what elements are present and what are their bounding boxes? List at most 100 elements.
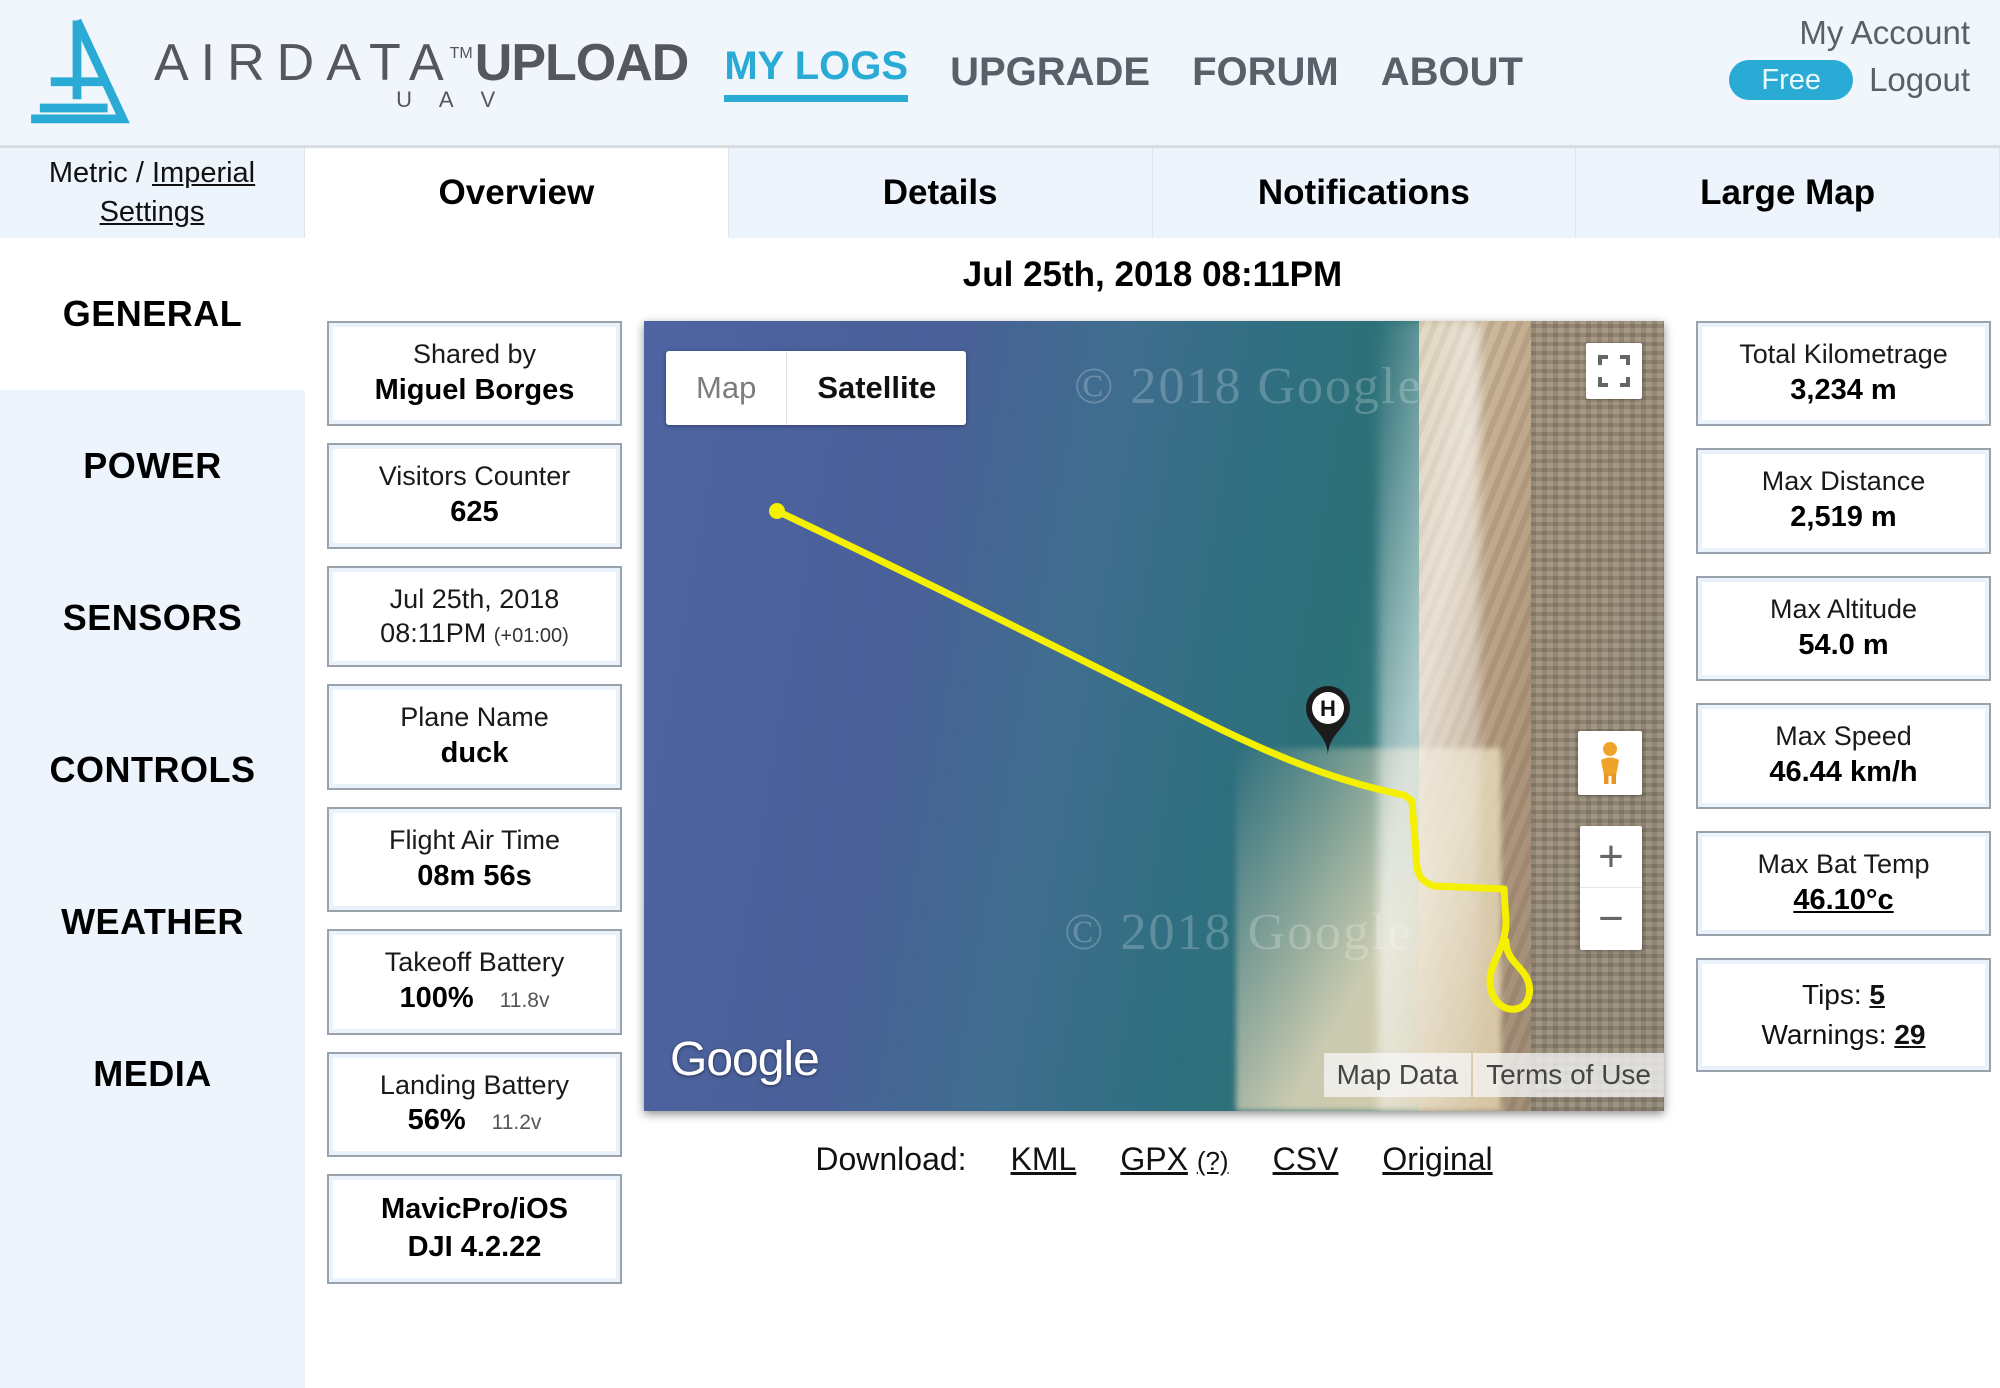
card-max-altitude-value: 54.0 m: [1798, 628, 1889, 661]
sidebar-item-power[interactable]: POWER: [0, 390, 305, 542]
logo-tm-mark: TM: [449, 44, 473, 62]
download-kml-link[interactable]: KML: [1011, 1141, 1077, 1178]
card-landing-battery-value: 56%: [407, 1104, 466, 1137]
card-aircraft-model: MavicPro/iOS: [381, 1193, 568, 1226]
card-plane-name-value: duck: [440, 737, 509, 770]
card-max-altitude-label: Max Altitude: [1769, 593, 1918, 624]
card-max-distance: Max Distance 2,519 m: [1696, 448, 1991, 554]
site-logo[interactable]: AIRDATA TM UPLOAD U A V: [22, 14, 690, 132]
card-takeoff-battery: Takeoff Battery 100% 11.8v: [327, 929, 622, 1035]
download-gpx-group: GPX (?): [1120, 1141, 1228, 1178]
flight-map[interactable]: © 2018 Google © 2018 Google Map Satellit…: [644, 321, 1664, 1111]
warnings-row: Warnings: 29: [1710, 1015, 1977, 1055]
card-visitors-counter: Visitors Counter 625: [327, 443, 622, 549]
nav-item-about[interactable]: ABOUT: [1381, 50, 1523, 95]
home-pin-icon: H: [1306, 686, 1350, 756]
overview-columns: Shared by Miguel Borges Visitors Counter…: [305, 321, 2000, 1284]
warnings-value[interactable]: 29: [1894, 1019, 1925, 1050]
fullscreen-icon: [1598, 355, 1630, 387]
card-max-bat-temp-value[interactable]: 46.10°c: [1710, 882, 1977, 920]
card-total-kilometrage: Total Kilometrage 3,234 m: [1696, 321, 1991, 427]
download-gpx-help-link[interactable]: (?): [1197, 1146, 1229, 1176]
logo-product-text: UPLOAD: [474, 33, 690, 92]
nav-item-my-logs[interactable]: MY LOGS: [724, 44, 909, 102]
card-flight-timezone: (+01:00): [493, 624, 569, 647]
section-sidebar: GENERAL POWER SENSORS CONTROLS WEATHER M…: [0, 238, 305, 1388]
tab-overview[interactable]: Overview: [305, 148, 729, 238]
map-type-map-button[interactable]: Map: [666, 351, 786, 425]
unit-toggle-row: Metric / Imperial: [49, 157, 255, 190]
home-marker[interactable]: H: [1300, 683, 1356, 762]
zoom-out-button[interactable]: −: [1580, 888, 1642, 950]
card-total-kilometrage-label: Total Kilometrage: [1739, 339, 1948, 369]
map-type-satellite-button[interactable]: Satellite: [786, 351, 966, 425]
plan-badge-free[interactable]: Free: [1729, 60, 1854, 101]
airdata-triangle-logo-icon: [31, 18, 130, 123]
card-max-bat-temp-label: Max Bat Temp: [1757, 848, 1930, 879]
page-root: AIRDATA TM UPLOAD U A V MY LOGS UPGRADE …: [0, 0, 2000, 1388]
pegman-icon: [1601, 742, 1619, 784]
card-shared-by-label: Shared by: [412, 339, 537, 369]
card-shared-by-value: Miguel Borges: [374, 373, 575, 406]
map-type-toggle: Map Satellite: [666, 351, 967, 425]
download-original-link[interactable]: Original: [1382, 1141, 1492, 1178]
card-flight-time-value: 08:11PM: [380, 617, 487, 648]
tab-bar: Metric / Imperial Settings Overview Deta…: [0, 148, 2000, 238]
card-visitors-value: 625: [450, 496, 499, 529]
settings-row: Settings: [100, 196, 205, 229]
map-zoom-controls: + −: [1580, 826, 1642, 950]
card-takeoff-battery-voltage: 11.8v: [499, 989, 550, 1012]
svg-text:H: H: [1320, 696, 1336, 721]
tips-value[interactable]: 5: [1869, 979, 1885, 1010]
main-navigation: MY LOGS UPGRADE FORUM ABOUT: [724, 44, 1523, 102]
download-row: Download: KML GPX (?) CSV Original: [644, 1141, 1664, 1178]
flight-track-path: [769, 503, 1533, 1013]
nav-item-forum[interactable]: FORUM: [1192, 50, 1339, 95]
logout-link[interactable]: Logout: [1869, 61, 1970, 99]
my-account-link[interactable]: My Account: [1799, 14, 1970, 52]
card-landing-battery-voltage: 11.2v: [491, 1111, 542, 1135]
card-tips-warnings: Tips: 5 Warnings: 29: [1696, 958, 1991, 1072]
sidebar-item-weather[interactable]: WEATHER: [0, 846, 305, 998]
card-firmware-version: DJI 4.2.22: [407, 1230, 542, 1263]
card-flight-time-row: 08:11PM (+01:00): [341, 617, 608, 651]
fullscreen-button[interactable]: [1586, 343, 1642, 399]
site-header: AIRDATA TM UPLOAD U A V MY LOGS UPGRADE …: [0, 0, 2000, 148]
download-label: Download:: [815, 1141, 967, 1177]
card-max-altitude: Max Altitude 54.0 m: [1696, 575, 1991, 682]
card-air-time-label: Flight Air Time: [388, 824, 561, 855]
map-column: © 2018 Google © 2018 Google Map Satellit…: [644, 321, 1664, 1284]
settings-link[interactable]: Settings: [100, 196, 205, 228]
sidebar-item-sensors[interactable]: SENSORS: [0, 542, 305, 694]
card-flight-date-label: Jul 25th, 2018: [389, 583, 560, 614]
download-csv-link[interactable]: CSV: [1273, 1141, 1339, 1178]
card-plane-name-label: Plane Name: [400, 702, 549, 733]
unit-imperial-link[interactable]: Imperial: [152, 157, 255, 189]
sidebar-item-controls[interactable]: CONTROLS: [0, 694, 305, 846]
download-gpx-link[interactable]: GPX: [1120, 1141, 1188, 1177]
units-settings-cell: Metric / Imperial Settings: [0, 148, 305, 238]
map-data-link[interactable]: Map Data: [1323, 1053, 1472, 1097]
flight-date-title: Jul 25th, 2018 08:11PM: [962, 255, 1343, 294]
right-stats-column: Total Kilometrage 3,234 m Max Distance 2…: [1696, 321, 1991, 1284]
tab-details[interactable]: Details: [728, 148, 1153, 238]
terms-of-use-link[interactable]: Terms of Use: [1473, 1053, 1664, 1097]
card-landing-battery-label: Landing Battery: [379, 1069, 570, 1100]
card-plane-name: Plane Name duck: [327, 684, 622, 790]
main-content: Jul 25th, 2018 08:11PM Shared by Miguel …: [305, 238, 2000, 1388]
tab-large-map[interactable]: Large Map: [1576, 148, 2000, 238]
sidebar-item-general[interactable]: GENERAL: [0, 238, 305, 390]
card-max-speed: Max Speed 46.44 km/h: [1696, 703, 1991, 809]
street-view-pegman-button[interactable]: [1578, 731, 1642, 795]
tab-notifications[interactable]: Notifications: [1152, 148, 1577, 238]
card-max-distance-value: 2,519 m: [1790, 501, 1897, 534]
zoom-in-button[interactable]: +: [1580, 826, 1642, 888]
card-visitors-label: Visitors Counter: [378, 461, 571, 492]
warnings-label: Warnings:: [1761, 1018, 1887, 1050]
card-max-speed-label: Max Speed: [1775, 721, 1912, 752]
unit-metric-label: Metric: [48, 157, 128, 189]
sidebar-item-media[interactable]: MEDIA: [0, 998, 305, 1150]
nav-item-upgrade[interactable]: UPGRADE: [950, 50, 1150, 95]
tips-label: Tips:: [1802, 979, 1862, 1011]
card-max-bat-temp: Max Bat Temp 46.10°c: [1696, 830, 1991, 937]
